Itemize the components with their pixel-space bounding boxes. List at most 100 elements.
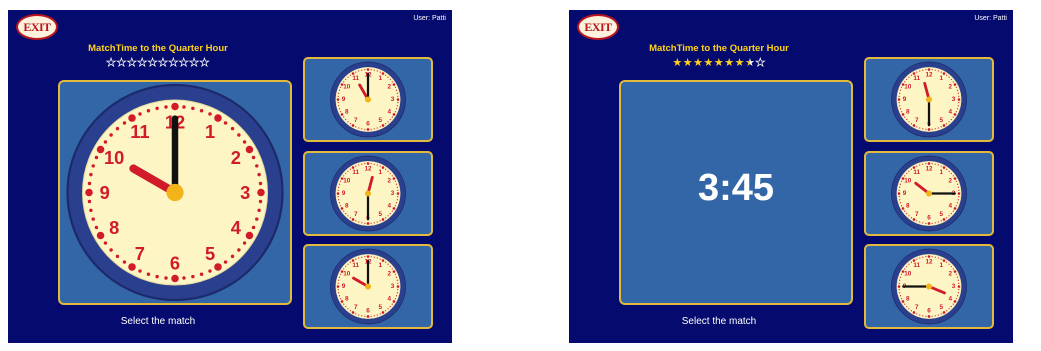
minute-tick [373,128,375,130]
minute-tick [338,292,340,294]
minute-tick [394,180,396,182]
analog-clock: 123456789101112 [891,155,967,232]
clock-numeral: 2 [948,178,952,185]
minute-tick [370,128,372,130]
answer-option-3[interactable]: 123456789101112 [303,244,433,329]
answer-option-1[interactable]: 123456789101112 [864,57,994,142]
answer-option-2[interactable]: 123456789101112 [303,151,433,236]
minute-tick [366,162,370,165]
minute-tick [337,282,339,284]
minute-tick [910,168,912,170]
clock-numeral: 7 [135,243,145,264]
exit-label: EXIT [584,19,612,34]
minute-tick [956,108,959,110]
minute-tick [937,257,939,259]
minute-tick [922,128,924,130]
minute-tick [392,83,396,86]
minute-tick [940,220,942,222]
star-icon: ★ [158,57,169,70]
answer-option-3[interactable]: 123456789101112 [864,244,994,329]
minute-tick [358,127,360,129]
minute-tick [245,145,254,154]
minute-tick [258,199,263,204]
clock-numeral: 5 [939,211,943,218]
minute-tick [208,269,212,273]
minute-tick [128,263,136,271]
clock-numeral: 8 [345,202,349,209]
clock-numeral: 9 [100,182,110,203]
minute-tick [957,192,961,195]
minute-tick [376,127,378,129]
minute-tick [950,172,952,175]
minute-tick [392,207,396,210]
minute-tick [952,175,954,177]
minute-tick [385,123,387,125]
minute-tick [395,183,398,185]
clock-pivot [926,190,932,197]
minute-tick [355,165,357,167]
minute-tick [358,221,360,223]
minute-tick [361,256,363,258]
minute-tick [258,181,263,186]
minute-tick [381,218,385,221]
star-icon: ★ [724,57,735,69]
minute-tick [925,69,927,71]
star-icon: ★ [106,57,117,70]
minute-tick [340,113,344,116]
minute-tick [940,258,942,260]
game-screen-left: EXIT User: Patti MatchTime to the Quarte… [8,10,452,343]
target-time-panel[interactable]: 3:45 [619,80,853,305]
minute-tick [904,210,906,212]
minute-tick [343,116,345,118]
minute-tick [955,273,957,275]
minute-tick [155,106,159,111]
clock-numeral: 5 [205,243,215,264]
minute-tick [948,263,950,265]
answer-option-1[interactable]: 123456789101112 [303,57,433,142]
minute-tick [901,273,903,275]
minute-tick [389,305,391,308]
minute-tick [340,298,342,300]
minute-tick [910,74,912,76]
minute-tick [922,256,924,258]
minute-tick [906,78,908,81]
minute-tick [257,188,265,197]
clock-numeral: 11 [130,121,149,142]
minute-tick [373,163,375,165]
minute-tick [391,268,393,270]
minute-tick [937,221,939,223]
clock-numeral: 9 [342,283,346,290]
minute-tick [245,231,254,240]
minute-tick [364,163,366,165]
minute-tick [370,256,372,258]
minute-tick [901,111,903,113]
minute-tick [389,78,391,81]
minute-tick [898,282,900,284]
exit-button[interactable]: EXIT [577,14,619,40]
star-icon: ★ [137,57,148,70]
minute-tick [958,189,960,191]
minute-tick [191,106,195,111]
minute-tick [347,170,349,172]
minute-tick [349,310,351,312]
minute-tick [904,116,906,118]
minute-tick [922,69,924,71]
minute-tick [919,164,921,166]
minute-tick [338,89,341,91]
clock-numeral: 4 [948,108,952,115]
minute-tick [899,295,902,297]
minute-tick [343,81,345,83]
minute-tick [396,186,398,188]
target-clock-panel[interactable]: 123456789101112 [58,80,292,305]
clock-numeral: 9 [903,190,907,197]
minute-tick [946,310,948,312]
minute-tick [946,74,948,76]
minute-tick [948,121,950,123]
minute-tick [361,128,363,130]
minute-tick [347,215,349,217]
answer-option-2[interactable]: 123456789101112 [864,151,994,236]
clock-numeral: 5 [378,117,382,124]
minute-tick [387,263,389,265]
clock-numeral: 10 [104,147,124,168]
exit-button[interactable]: EXIT [16,14,58,40]
